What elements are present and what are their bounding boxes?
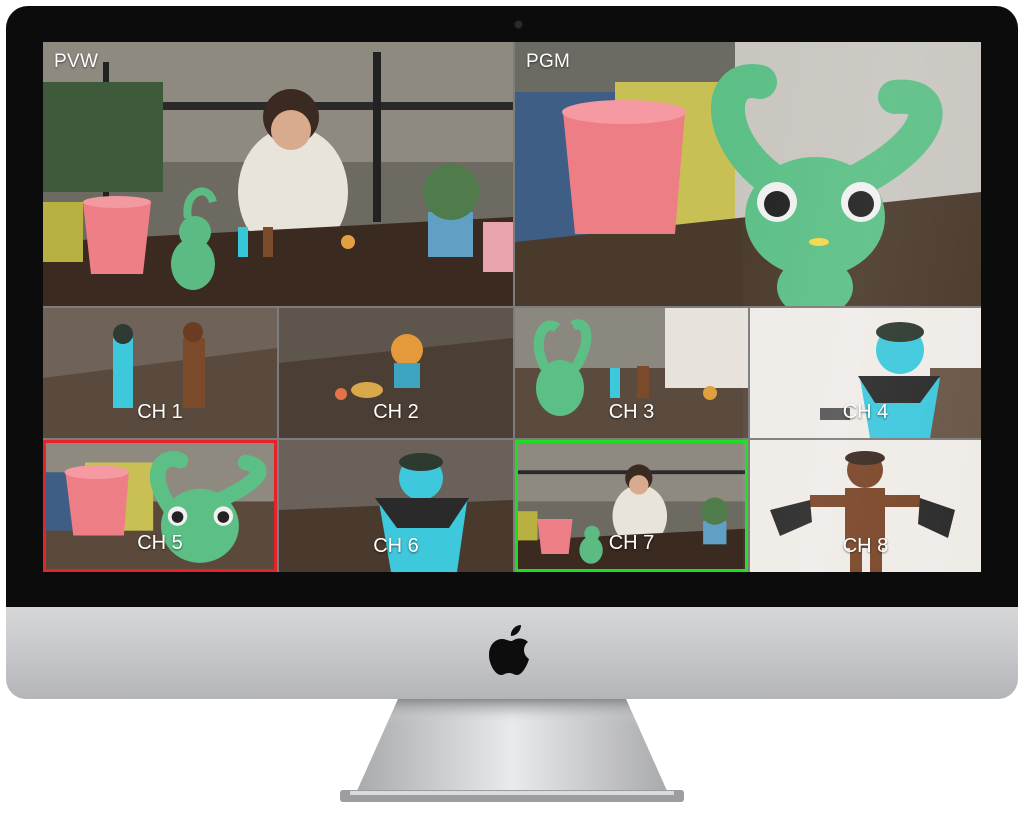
channel-tile-7[interactable]: CH 7 — [515, 440, 748, 572]
channel-tile-5[interactable]: CH 5 — [43, 440, 277, 572]
channel-tile-3[interactable]: CH 3 — [515, 308, 748, 438]
channel-label-3: CH 3 — [608, 401, 655, 423]
program-label: PGM — [526, 51, 571, 72]
channel-label-1: CH 1 — [137, 401, 183, 423]
channel-label-8: CH 8 — [842, 535, 889, 557]
apple-logo-icon — [489, 625, 529, 675]
channel-label-6: CH 6 — [373, 535, 419, 557]
channel-tile-6[interactable]: CH 6 — [279, 440, 513, 572]
preview-video-frame — [43, 42, 513, 306]
program-monitor[interactable]: PGM — [515, 42, 981, 306]
preview-label: PVW — [54, 51, 99, 72]
channel-label-7: CH 7 — [608, 532, 655, 554]
channel-label-2: CH 2 — [373, 401, 419, 423]
preview-monitor[interactable]: PVW — [43, 42, 513, 306]
channel-label-4: CH 4 — [842, 401, 889, 423]
channel-tile-1[interactable]: CH 1 — [43, 308, 277, 438]
program-video-frame — [515, 42, 981, 306]
channel-tile-8[interactable]: CH 8 — [750, 440, 981, 572]
multiview-screen: PVW PGM CH 1 CH 2 CH 3 CH 4 CH 5 CH 6 CH… — [43, 42, 981, 572]
channel-label-5: CH 5 — [137, 532, 183, 554]
webcam-dot — [515, 21, 522, 28]
channel-tile-2[interactable]: CH 2 — [279, 308, 513, 438]
channel-tile-4[interactable]: CH 4 — [750, 308, 981, 438]
